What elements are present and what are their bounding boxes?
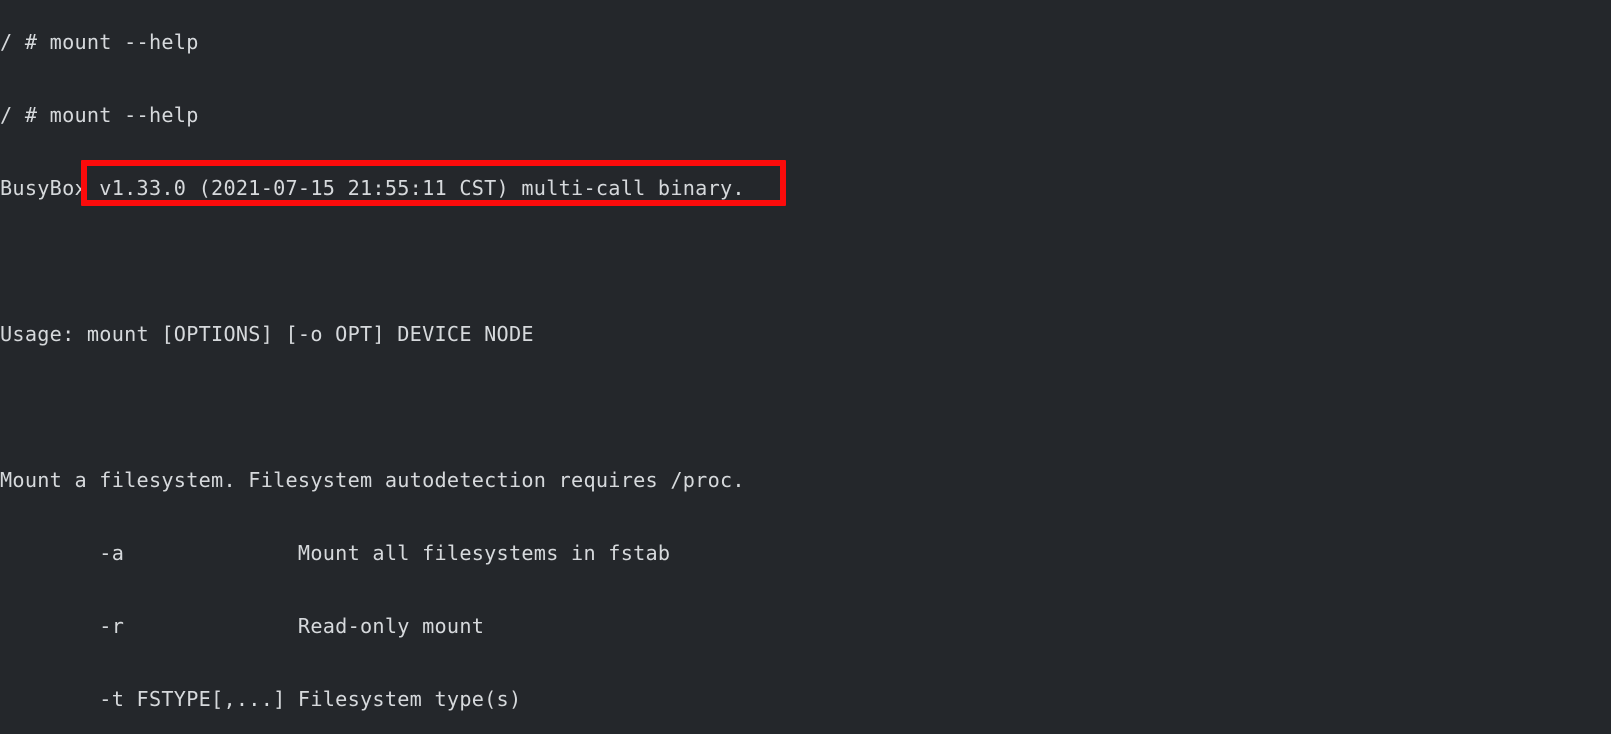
option-row-a: -a Mount all filesystems in fstab — [0, 540, 671, 565]
terminal-version-line: BusyBox v1.33.0 (2021-07-15 21:55:11 CST… — [0, 175, 745, 200]
terminal-description-line: Mount a filesystem. Filesystem autodetec… — [0, 467, 745, 492]
terminal-window[interactable]: / # mount --help / # mount --help BusyBo… — [0, 0, 1611, 734]
terminal-usage-line: Usage: mount [OPTIONS] [-o OPT] DEVICE N… — [0, 321, 534, 346]
option-row-t: -t FSTYPE[,...] Filesystem type(s) — [0, 686, 522, 711]
terminal-line-clipped: / # mount --help — [0, 29, 199, 54]
terminal-output: / # mount --help / # mount --help BusyBo… — [0, 0, 1611, 734]
option-row-r: -r Read-only mount — [0, 613, 485, 638]
terminal-prompt-line: / # mount --help — [0, 102, 199, 127]
